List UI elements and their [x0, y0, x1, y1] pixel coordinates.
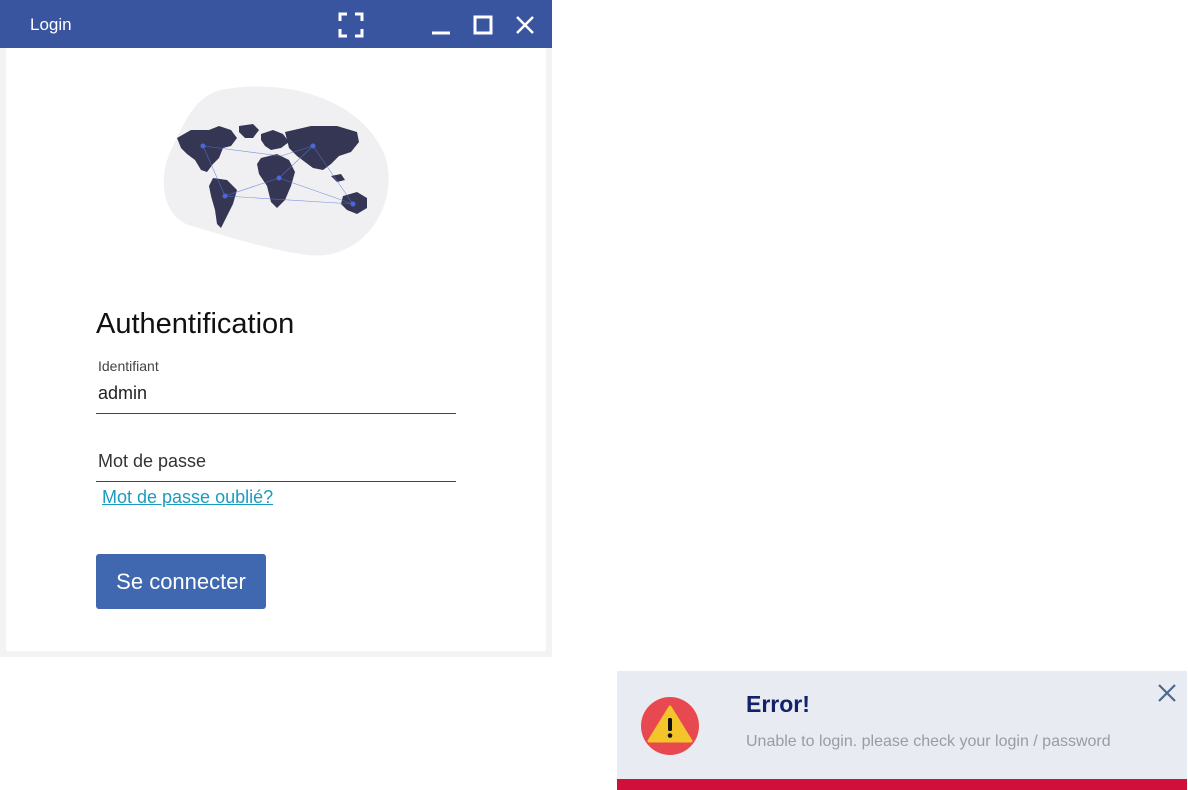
password-input[interactable]: Mot de passe — [98, 451, 206, 472]
login-panel: Authentification Identifiant admin Mot d… — [6, 48, 546, 651]
fullscreen-icon — [338, 12, 364, 38]
minimize-icon — [432, 31, 450, 35]
username-input[interactable]: admin — [98, 383, 147, 404]
close-icon[interactable] — [1155, 681, 1179, 705]
world-map-illustration — [161, 86, 393, 258]
maximize-icon — [473, 15, 493, 35]
toast-progress-bar — [617, 779, 1187, 790]
close-icon — [516, 16, 534, 34]
username-label: Identifiant — [98, 358, 159, 374]
toast-title: Error! — [746, 691, 810, 717]
toast-message: Unable to login. please check your login… — [746, 733, 1111, 750]
window-title: Login — [30, 15, 72, 34]
username-field[interactable]: Identifiant admin — [96, 358, 456, 414]
error-toast: Error! Unable to login. please check you… — [617, 671, 1187, 790]
minimize-button[interactable] — [426, 10, 456, 40]
maximize-button[interactable] — [468, 10, 498, 40]
warning-icon — [641, 697, 699, 755]
password-field[interactable]: Mot de passe — [96, 443, 456, 482]
page-title: Authentification — [96, 308, 295, 340]
fullscreen-button[interactable] — [336, 10, 366, 40]
close-button[interactable] — [510, 10, 540, 40]
title-bar[interactable]: Login — [0, 0, 552, 48]
login-window: Login Authentification Identifiant admin… — [0, 0, 552, 657]
forgot-password-link[interactable]: Mot de passe oublié? — [102, 487, 273, 508]
login-button[interactable]: Se connecter — [96, 554, 266, 609]
